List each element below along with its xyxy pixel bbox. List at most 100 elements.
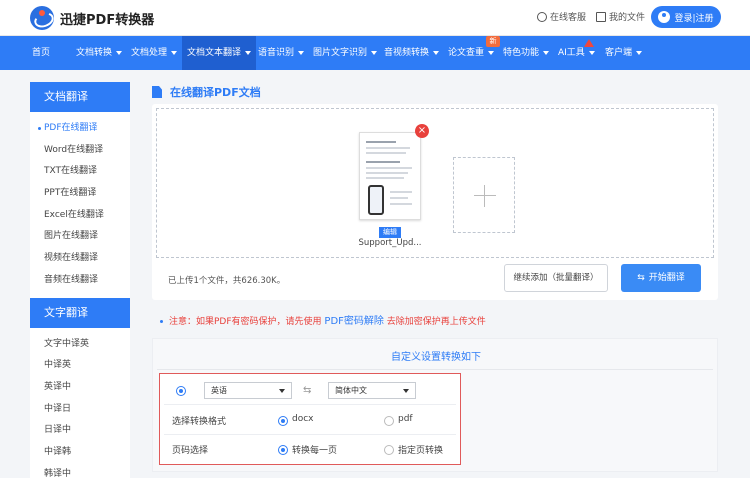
page-all-radio[interactable] (278, 445, 288, 455)
chevron-down-icon (279, 389, 285, 393)
caret-down-icon (116, 50, 123, 55)
nav-label: AI工具 (558, 48, 585, 58)
nav-label: 文档转换 (76, 48, 113, 58)
format-pdf-label[interactable]: pdf (398, 414, 413, 424)
caret-down-icon (636, 50, 643, 55)
add-file-button[interactable] (453, 157, 515, 233)
nav-label: 论文查重 (448, 48, 485, 58)
continue-add-button[interactable]: 继续添加（批量翻译） (504, 264, 608, 292)
pdf-unlock-link[interactable]: PDF密码解除 (324, 316, 383, 327)
start-translate-button[interactable]: ⇆ 开始翻译 (621, 264, 701, 292)
sidebar-item-ja-zh[interactable]: 日译中 (30, 420, 130, 442)
source-language-select[interactable]: 英语 (204, 382, 292, 399)
nav-speech-recognition[interactable]: 语音识别 (258, 36, 305, 70)
nav-label: 文档处理 (131, 48, 168, 58)
sidebar-item-en-zh[interactable]: 英译中 (30, 377, 130, 399)
login-label: 登录|注册 (674, 13, 714, 24)
sidebar-item-video[interactable]: 视频在线翻译 (30, 248, 130, 270)
edit-button[interactable]: 编辑 (379, 227, 401, 238)
divider (164, 404, 456, 405)
sidebar-item-ppt[interactable]: PPT在线翻译 (30, 183, 130, 205)
nav-client[interactable]: 客户端 (605, 36, 643, 70)
file-name: Support_Upd... (358, 238, 422, 248)
nav-ocr[interactable]: 图片文字识别 (313, 36, 378, 70)
nav-doc-convert[interactable]: 文档转换 (76, 36, 123, 70)
language-radio[interactable] (176, 386, 186, 396)
customer-service-link[interactable]: 在线客服 (537, 10, 586, 23)
caret-down-icon (371, 50, 378, 55)
caret-down-icon (543, 50, 550, 55)
page-all-label[interactable]: 转换每一页 (292, 443, 337, 456)
target-language-value: 简体中文 (335, 386, 367, 395)
sidebar: 文档翻译 PDF在线翻译 Word在线翻译 TXT在线翻译 PPT在线翻译 Ex… (30, 82, 130, 478)
page-title: 在线翻译PDF文档 (152, 84, 261, 100)
nav-label: 特色功能 (503, 48, 540, 58)
nav-doc-process[interactable]: 文档处理 (131, 36, 178, 70)
password-notice: 注意：如果PDF有密码保护，请先使用 PDF密码解除 去除加密保护再上传文件 (160, 312, 486, 327)
swap-icon: ⇆ (637, 273, 645, 283)
divider (157, 369, 713, 370)
my-files-label: 我的文件 (609, 13, 646, 23)
delete-file-button[interactable]: × (415, 124, 429, 138)
nav-label: 图片文字识别 (313, 48, 368, 58)
caret-down-icon (171, 50, 178, 55)
sidebar-item-ko-zh[interactable]: 韩译中 (30, 464, 130, 478)
user-icon (658, 11, 671, 23)
sidebar-item-zh-ja[interactable]: 中译日 (30, 399, 130, 421)
notice-suffix: 去除加密保护再上传文件 (386, 317, 486, 327)
sidebar-item-zh-en[interactable]: 中译英 (30, 355, 130, 377)
format-docx-label[interactable]: docx (292, 414, 314, 424)
login-button[interactable]: 登录|注册 (651, 6, 721, 28)
nav-label: 文档文本翻译 (187, 48, 242, 58)
nav-label: 首页 (32, 48, 51, 58)
file-thumbnail[interactable] (359, 132, 421, 220)
settings-options: 英语 ⇆ 简体中文 选择转换格式 docx pdf 页码选择 转换每一页 指定页… (159, 373, 461, 465)
bullet-icon (160, 320, 163, 323)
format-docx-radio[interactable] (278, 416, 288, 426)
page-select-label: 页码选择 (172, 446, 209, 456)
caret-down-icon (298, 50, 305, 55)
nav-label: 音视频转换 (384, 48, 430, 58)
caret-down-icon (433, 50, 440, 55)
format-label: 选择转换格式 (172, 417, 227, 427)
headset-icon (537, 11, 547, 22)
nav-label: 语音识别 (258, 48, 295, 58)
sidebar-item-audio[interactable]: 音频在线翻译 (30, 270, 130, 292)
phone-image (368, 185, 384, 215)
sidebar-item-txt[interactable]: TXT在线翻译 (30, 161, 130, 183)
format-pdf-radio[interactable] (384, 416, 394, 426)
hot-triangle-icon (584, 39, 594, 47)
caret-down-icon (488, 50, 495, 55)
customer-service-label: 在线客服 (550, 13, 587, 23)
new-badge: 新 (486, 36, 500, 47)
page-specific-label[interactable]: 指定页转换 (398, 443, 443, 456)
brand-logo[interactable]: 迅捷PDF转换器 (30, 6, 154, 30)
target-language-select[interactable]: 简体中文 (328, 382, 416, 399)
sidebar-item-word[interactable]: Word在线翻译 (30, 140, 130, 162)
start-label: 开始翻译 (648, 273, 685, 283)
page-title-text: 在线翻译PDF文档 (170, 86, 261, 99)
sidebar-item-pdf[interactable]: PDF在线翻译 (30, 118, 130, 140)
nav-av-convert[interactable]: 音视频转换 (384, 36, 440, 70)
sidebar-section-text-translate: 文字翻译 (30, 297, 130, 328)
page-specific-radio[interactable] (384, 445, 394, 455)
nav-features[interactable]: 特色功能 (503, 36, 550, 70)
caret-down-icon (245, 50, 252, 55)
logo-icon (30, 6, 54, 30)
sidebar-item-text-zh-en[interactable]: 文字中译英 (30, 334, 130, 356)
settings-panel: 自定义设置转换如下 英语 ⇆ 简体中文 选择转换格式 docx pdf 页码选择… (152, 338, 718, 472)
file-icon (596, 11, 606, 22)
notice-prefix: 注意：如果PDF有密码保护，请先使用 (169, 317, 322, 327)
main-nav: 首页 文档转换 文档处理 文档文本翻译 语音识别 图片文字识别 音视频转换 论文… (0, 36, 750, 70)
my-files-link[interactable]: 我的文件 (596, 10, 645, 23)
sidebar-item-excel[interactable]: Excel在线翻译 (30, 205, 130, 227)
sidebar-item-image[interactable]: 图片在线翻译 (30, 226, 130, 248)
source-language-value: 英语 (211, 386, 227, 395)
sidebar-item-zh-ko[interactable]: 中译韩 (30, 442, 130, 464)
file-dropzone[interactable]: × 编辑 Support_Upd... (156, 108, 714, 258)
sidebar-section-doc-translate: 文档翻译 (30, 82, 130, 112)
swap-language-icon[interactable]: ⇆ (303, 385, 311, 396)
nav-doc-translate[interactable]: 文档文本翻译 (182, 36, 257, 70)
top-header: 迅捷PDF转换器 在线客服 我的文件 登录|注册 (0, 0, 750, 36)
nav-home[interactable]: 首页 (32, 36, 50, 70)
